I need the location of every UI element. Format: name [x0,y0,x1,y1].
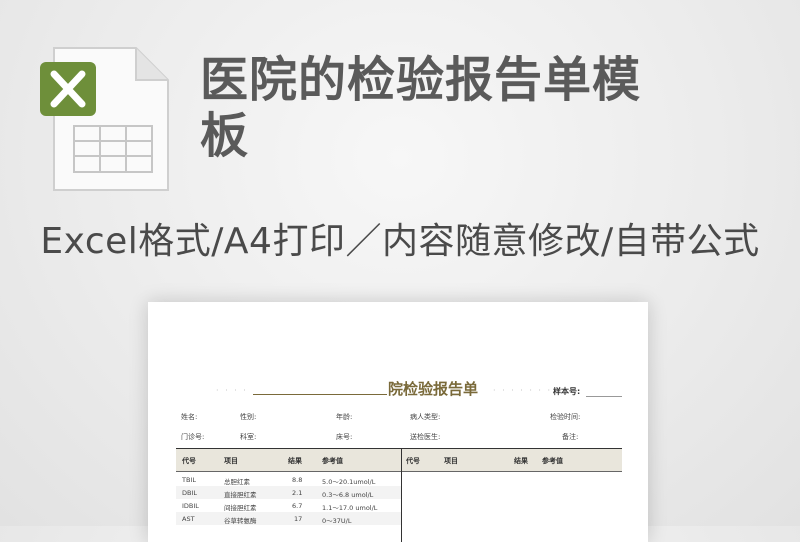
col-result-right: 结果 [514,457,528,465]
cell-result: 8.8 [292,476,303,484]
cell-code: AST [182,515,195,523]
table-row: AST 谷草转氨酶 17 0～37U/L [176,512,401,525]
sample-number-label: 样本号: [553,387,581,396]
title-underline [253,394,387,395]
field-age: 年龄: [336,413,353,421]
col-ref: 参考值 [322,457,343,465]
table-row: TBIL 总胆红素 8.8 5.0～20.1umol/L [176,473,401,486]
field-outpatient-no: 门诊号: [181,433,205,441]
col-code-right: 代号 [406,457,420,465]
col-result: 结果 [288,457,302,465]
cell-ref: 0～37U/L [322,517,352,525]
cell-code: TBIL [182,476,196,484]
decorative-dots: · · · · [216,386,248,395]
cell-result: 6.7 [292,502,303,510]
report-preview: · · · · 院检验报告单 · · · · · · · · 样本号: 姓名: … [148,302,648,542]
cell-ref: 5.0～20.1umol/L [322,478,376,486]
decorative-dots: · · · · · · · · [493,386,562,395]
col-item-right: 项目 [444,457,458,465]
page-title: 医院的检验报告单模板 [200,52,642,164]
col-code: 代号 [182,457,196,465]
cell-item: 总胆红素 [224,478,250,486]
cell-item: 间接胆红素 [224,504,257,512]
field-test-time: 检验时间: [550,413,581,421]
table-row: IDBIL 间接胆红素 6.7 1.1～17.0 umol/L [176,499,401,512]
col-ref-right: 参考值 [542,457,563,465]
results-table: 代号 项目 结果 参考值 代号 项目 结果 参考值 TBIL 总胆红素 8.8 … [176,448,622,542]
cell-ref: 1.1～17.0 umol/L [322,504,378,512]
cell-item: 直接胆红素 [224,491,257,499]
page-subtitle: Excel格式/A4打印／内容随意修改/自带公式 [40,221,760,262]
table-row: DBIL 直接胆红素 2.1 0.3～6.8 umol/L [176,486,401,499]
cell-result: 2.1 [292,489,303,497]
table-divider [401,449,402,542]
field-gender: 性别: [240,413,257,421]
cell-item: 谷草转氨酶 [224,517,257,525]
cell-code: DBIL [182,489,198,497]
cell-code: IDBIL [182,502,199,510]
field-department: 科室: [240,433,257,441]
table-header: 代号 项目 结果 参考值 代号 项目 结果 参考值 [176,449,622,472]
report-title: 院检验报告单 [388,380,479,398]
sample-number-line [586,396,622,397]
cell-ref: 0.3～6.8 umol/L [322,491,374,499]
cell-result: 17 [294,515,303,523]
field-remarks: 备注: [562,433,579,441]
col-item: 项目 [224,457,238,465]
field-patient-type: 病人类型: [410,413,441,421]
field-name: 姓名: [181,413,198,421]
field-bed-no: 床号: [336,433,353,441]
field-doctor: 送检医生: [410,433,441,441]
excel-file-icon [40,44,172,194]
